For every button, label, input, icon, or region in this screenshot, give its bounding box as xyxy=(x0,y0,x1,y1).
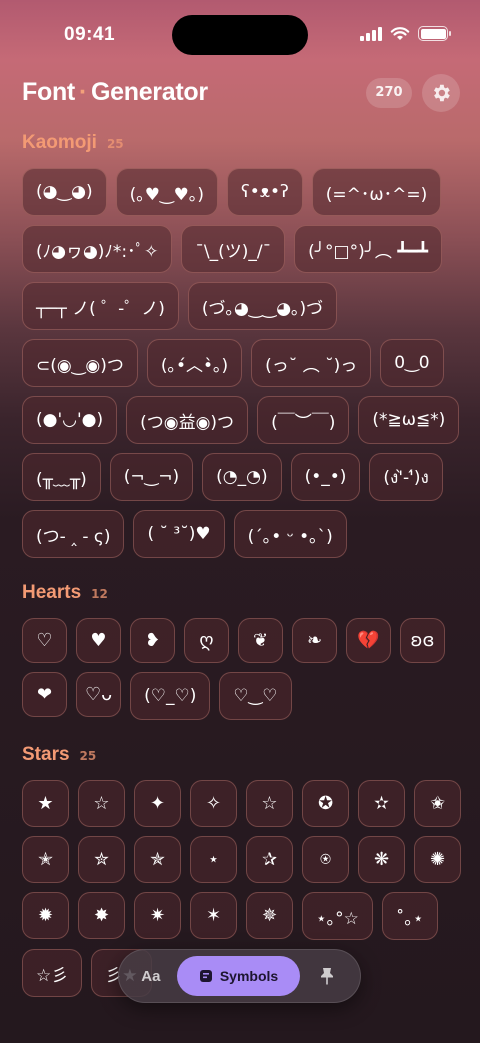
symbol-chip[interactable]: ✭ xyxy=(22,836,69,883)
tab-symbols-label: Symbols xyxy=(219,968,279,984)
symbol-chip[interactable]: 0‿0 xyxy=(380,339,444,387)
symbol-chip[interactable]: ♥ xyxy=(76,618,121,663)
symbol-chip[interactable]: ❥ xyxy=(130,618,175,663)
symbol-chip[interactable]: ☆ xyxy=(246,780,293,827)
symbol-chip[interactable]: (つ- ‸ - ς) xyxy=(22,510,125,558)
kaomoji-grid: (◕‿◕) (｡♥‿♥｡) ʕ•ᴥ•ʔ (=^･ω･^=) (ﾉ◕ヮ◕)ﾉ*:･… xyxy=(22,168,462,558)
section-count: 12 xyxy=(91,587,108,601)
symbol-chip[interactable]: ✰ xyxy=(246,836,293,883)
symbol-chip[interactable]: (╥﹏╥) xyxy=(22,453,101,501)
symbol-chip[interactable]: ✬ xyxy=(414,780,461,827)
symbol-chip[interactable]: ★ xyxy=(22,780,69,827)
dynamic-island xyxy=(172,15,308,55)
symbol-chip[interactable]: (ง'̀-'́)ง xyxy=(369,453,443,501)
kaomoji-section: Kaomoji 25 (◕‿◕) (｡♥‿♥｡) ʕ•ᴥ•ʔ (=^･ω･^=)… xyxy=(22,132,462,558)
bottom-tab-dock: Aa Symbols xyxy=(118,949,361,1003)
hearts-grid: ♡ ♥ ❥ ღ ❦ ❧ 💔 ʚɞ ❤ ♡ᴗ (♡_♡) ♡‿♡ xyxy=(22,618,462,720)
symbol-chip[interactable]: ✵ xyxy=(246,892,293,939)
symbol-chip[interactable]: ✶ xyxy=(190,892,237,939)
symbol-chip[interactable]: (づ｡◕‿‿◕｡)づ xyxy=(187,282,338,330)
symbol-chip[interactable]: (｡•́︿•̀｡) xyxy=(146,339,243,387)
symbol-chip[interactable]: ♡ xyxy=(22,618,67,663)
symbol-chip[interactable]: (♡_♡) xyxy=(130,672,211,720)
symbol-chip[interactable]: (◕‿◕) xyxy=(22,168,107,216)
status-icons xyxy=(360,26,451,41)
wifi-icon xyxy=(390,27,410,40)
symbol-chip[interactable]: ✮ xyxy=(78,836,125,883)
total-count-badge: 270 xyxy=(366,78,412,108)
symbol-sections: Kaomoji 25 (◕‿◕) (｡♥‿♥｡) ʕ•ᴥ•ʔ (=^･ω･^=)… xyxy=(22,132,462,1021)
symbol-chip[interactable]: ʕ•ᴥ•ʔ xyxy=(227,168,303,216)
symbol-chip[interactable]: ♡ᴗ xyxy=(76,672,122,717)
symbol-chip[interactable]: ❧ xyxy=(292,618,337,663)
symbol-chip[interactable]: ✫ xyxy=(358,780,405,827)
symbol-chip[interactable]: (つ◉益◉)つ xyxy=(126,396,249,444)
symbol-chip[interactable]: ✪ xyxy=(302,780,349,827)
section-count: 25 xyxy=(79,749,97,763)
tab-pinned[interactable] xyxy=(300,967,354,985)
app-header: Font · Generator 270 xyxy=(22,72,460,114)
symbol-chip[interactable]: ⋆｡°☆ xyxy=(302,892,373,940)
symbol-chip[interactable]: ღ xyxy=(184,618,229,663)
symbol-chip[interactable]: ✦ xyxy=(134,780,181,827)
symbol-chip[interactable]: ❦ xyxy=(238,618,283,663)
section-count: 25 xyxy=(106,137,124,151)
symbols-icon xyxy=(199,970,212,982)
symbol-chip[interactable]: ʚɞ xyxy=(400,618,445,663)
symbol-chip[interactable]: (￣︶￣) xyxy=(257,396,350,444)
symbol-chip[interactable]: ( ˘ ³˘)♥ xyxy=(133,510,225,558)
symbol-chip[interactable]: ✯ xyxy=(134,836,181,883)
symbol-chip[interactable]: (っ˘ ︵ ˘)っ xyxy=(251,339,372,387)
symbol-chip[interactable]: (◔_◔) xyxy=(202,453,282,501)
symbol-chip[interactable]: ✹ xyxy=(22,892,69,939)
symbol-chip[interactable]: ☆ xyxy=(78,780,125,827)
symbol-chip[interactable]: ✸ xyxy=(78,892,125,939)
symbol-chip[interactable]: ┬─┬ ノ( ゜-゜ノ) xyxy=(22,282,179,330)
symbol-chip[interactable]: ⋆ xyxy=(190,836,237,883)
symbol-chip[interactable]: (ﾉ◕ヮ◕)ﾉ*:･ﾟ✧ xyxy=(22,225,173,273)
pin-icon xyxy=(321,968,334,985)
symbol-chip[interactable]: (¬‿¬) xyxy=(109,453,194,501)
symbol-chip[interactable]: (●'◡'●) xyxy=(22,396,118,444)
settings-button[interactable] xyxy=(422,74,460,112)
symbol-chip[interactable]: ☆彡 xyxy=(22,949,83,997)
app-title: Font · Generator xyxy=(22,78,208,106)
symbol-chip[interactable]: (｡♥‿♥｡) xyxy=(115,168,219,216)
tab-fonts[interactable]: Aa xyxy=(125,968,177,985)
symbol-chip[interactable]: (´｡• ᵕ •｡`) xyxy=(233,510,347,558)
symbol-chip[interactable]: ✺ xyxy=(414,836,461,883)
gear-icon xyxy=(434,84,450,102)
symbol-chip[interactable]: ✷ xyxy=(134,892,181,939)
section-title: Kaomoji xyxy=(22,132,97,153)
cellular-signal-icon xyxy=(360,26,382,41)
symbol-chip[interactable]: ✧ xyxy=(190,780,237,827)
symbol-chip[interactable]: ˚｡⋆ xyxy=(381,892,438,940)
hearts-section: Hearts 12 ♡ ♥ ❥ ღ ❦ ❧ 💔 ʚɞ ❤ ♡ᴗ (♡_♡) ♡‿… xyxy=(22,582,462,720)
symbol-chip[interactable]: ⍟ xyxy=(302,836,349,883)
symbol-chip[interactable]: (•_•) xyxy=(290,453,361,501)
symbol-chip[interactable]: (*≧ω≦*) xyxy=(358,396,460,444)
battery-icon xyxy=(418,26,451,41)
symbol-chip[interactable]: ¯\_(ツ)_/¯ xyxy=(181,225,286,273)
symbol-chip[interactable]: 💔 xyxy=(346,618,391,663)
symbol-chip[interactable]: (=^･ω･^=) xyxy=(311,168,442,216)
status-bar: 09:41 xyxy=(0,0,480,70)
tab-symbols[interactable]: Symbols xyxy=(176,956,301,996)
symbol-chip[interactable]: (╯°□°)╯︵ ┻━┻ xyxy=(294,225,443,273)
symbol-chip[interactable]: ❤ xyxy=(22,672,67,717)
symbol-chip[interactable]: ⊂(◉‿◉)つ xyxy=(22,339,138,387)
symbol-chip[interactable]: ❋ xyxy=(358,836,405,883)
clock: 09:41 xyxy=(64,24,116,45)
section-title: Hearts xyxy=(22,582,82,603)
section-title: Stars xyxy=(22,744,70,765)
symbol-chip[interactable]: ♡‿♡ xyxy=(219,672,292,720)
